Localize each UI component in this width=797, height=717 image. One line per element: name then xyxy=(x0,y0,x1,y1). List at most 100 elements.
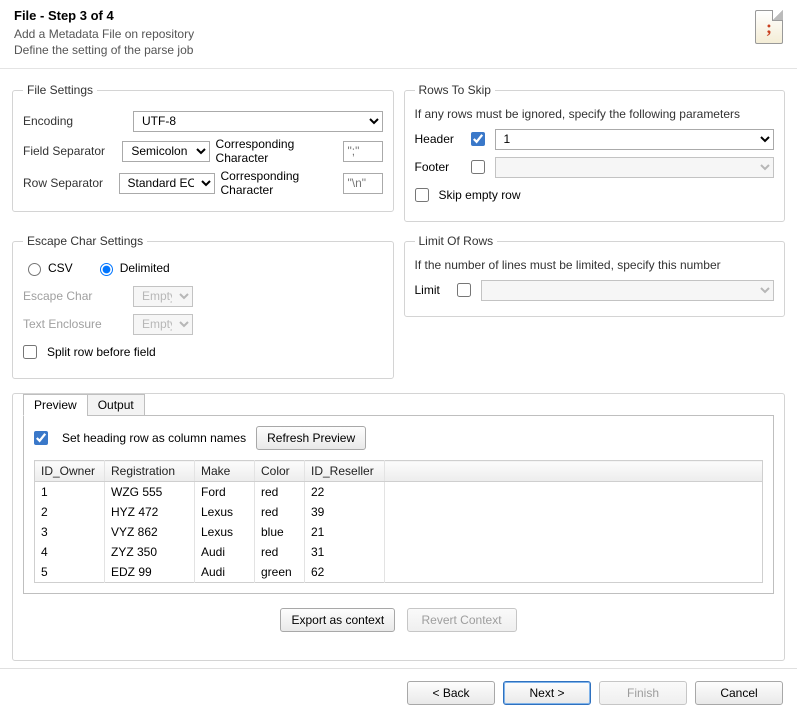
revert-context-button[interactable]: Revert Context xyxy=(407,608,517,632)
rows-to-skip-group: Rows To Skip If any rows must be ignored… xyxy=(404,83,786,222)
table-cell-filler xyxy=(385,502,763,522)
row-separator-corresp-label: Corresponding Character xyxy=(221,169,337,197)
table-cell: 4 xyxy=(35,542,105,562)
column-header[interactable]: Color xyxy=(255,461,305,482)
wizard-file-icon: ; xyxy=(755,10,783,44)
heading-row-label: Set heading row as column names xyxy=(62,431,246,445)
wizard-title: File - Step 3 of 4 xyxy=(14,8,783,23)
row-separator-label: Row Separator xyxy=(23,176,113,190)
file-settings-legend: File Settings xyxy=(23,83,97,97)
field-separator-select[interactable]: Semicolon xyxy=(122,141,209,162)
table-cell: green xyxy=(255,562,305,583)
skip-empty-label: Skip empty row xyxy=(439,188,521,202)
cancel-button[interactable]: Cancel xyxy=(695,681,783,705)
escape-char-label: Escape Char xyxy=(23,289,127,303)
table-row[interactable]: 4ZYZ 350Audired31 xyxy=(35,542,763,562)
limit-legend: Limit Of Rows xyxy=(415,234,498,248)
footer-value-select[interactable] xyxy=(495,157,775,178)
table-row[interactable]: 3VYZ 862Lexusblue21 xyxy=(35,522,763,542)
refresh-preview-button[interactable]: Refresh Preview xyxy=(256,426,366,450)
finish-button[interactable]: Finish xyxy=(599,681,687,705)
column-header-filler xyxy=(385,461,763,482)
heading-row-checkbox[interactable] xyxy=(34,431,48,445)
row-separator-char xyxy=(343,173,383,194)
table-cell: ZYZ 350 xyxy=(105,542,195,562)
split-row-label: Split row before field xyxy=(47,345,156,359)
delimited-radio[interactable] xyxy=(100,263,113,276)
limit-label: Limit xyxy=(415,283,451,297)
table-cell-filler xyxy=(385,482,763,503)
limit-checkbox[interactable] xyxy=(457,283,471,297)
header-label: Header xyxy=(415,132,465,146)
file-settings-group: File Settings Encoding UTF-8 Field Separ… xyxy=(12,83,394,212)
table-cell: Audi xyxy=(195,562,255,583)
encoding-label: Encoding xyxy=(23,114,127,128)
table-cell: VYZ 862 xyxy=(105,522,195,542)
header-value-select[interactable]: 1 xyxy=(495,129,775,150)
table-cell: 3 xyxy=(35,522,105,542)
table-cell: 1 xyxy=(35,482,105,503)
column-header[interactable]: ID_Owner xyxy=(35,461,105,482)
table-cell: 31 xyxy=(305,542,385,562)
csv-radio-text: CSV xyxy=(48,261,73,275)
limit-value-select[interactable] xyxy=(481,280,775,301)
rows-to-skip-note: If any rows must be ignored, specify the… xyxy=(415,107,775,121)
next-button[interactable]: Next > xyxy=(503,681,591,705)
table-cell: Audi xyxy=(195,542,255,562)
table-cell: Lexus xyxy=(195,502,255,522)
text-enclosure-select[interactable]: Empty xyxy=(133,314,193,335)
table-cell: red xyxy=(255,502,305,522)
table-cell: HYZ 472 xyxy=(105,502,195,522)
csv-radio-label[interactable]: CSV xyxy=(23,260,73,276)
export-context-button[interactable]: Export as context xyxy=(280,608,395,632)
limit-note: If the number of lines must be limited, … xyxy=(415,258,775,272)
row-separator-select[interactable]: Standard EOL xyxy=(119,173,215,194)
table-cell: red xyxy=(255,542,305,562)
skip-empty-checkbox[interactable] xyxy=(415,188,429,202)
delimited-radio-label[interactable]: Delimited xyxy=(95,260,170,276)
escape-settings-group: Escape Char Settings CSV Delimited Escap… xyxy=(12,234,394,379)
rows-to-skip-legend: Rows To Skip xyxy=(415,83,495,97)
table-row[interactable]: 1WZG 555Fordred22 xyxy=(35,482,763,503)
limit-group: Limit Of Rows If the number of lines mus… xyxy=(404,234,786,317)
table-cell-filler xyxy=(385,542,763,562)
csv-radio[interactable] xyxy=(28,263,41,276)
split-row-checkbox[interactable] xyxy=(23,345,37,359)
footer-checkbox[interactable] xyxy=(471,160,485,174)
table-cell: WZG 555 xyxy=(105,482,195,503)
footer-label: Footer xyxy=(415,160,465,174)
table-cell: Ford xyxy=(195,482,255,503)
delimited-radio-text: Delimited xyxy=(120,261,170,275)
column-header[interactable]: Registration xyxy=(105,461,195,482)
table-row[interactable]: 2HYZ 472Lexusred39 xyxy=(35,502,763,522)
table-cell: Lexus xyxy=(195,522,255,542)
table-cell: 39 xyxy=(305,502,385,522)
preview-table: ID_OwnerRegistrationMakeColorID_Reseller… xyxy=(34,460,763,583)
text-enclosure-label: Text Enclosure xyxy=(23,317,127,331)
table-cell: 2 xyxy=(35,502,105,522)
table-cell: red xyxy=(255,482,305,503)
field-separator-label: Field Separator xyxy=(23,144,116,158)
column-header[interactable]: ID_Reseller xyxy=(305,461,385,482)
back-button[interactable]: < Back xyxy=(407,681,495,705)
table-cell: 21 xyxy=(305,522,385,542)
tab-output[interactable]: Output xyxy=(87,394,145,416)
table-cell-filler xyxy=(385,562,763,583)
column-header[interactable]: Make xyxy=(195,461,255,482)
table-cell: 22 xyxy=(305,482,385,503)
table-cell: 62 xyxy=(305,562,385,583)
encoding-select[interactable]: UTF-8 xyxy=(133,111,383,132)
table-row[interactable]: 5EDZ 99Audigreen62 xyxy=(35,562,763,583)
tab-preview[interactable]: Preview xyxy=(23,394,88,416)
escape-settings-legend: Escape Char Settings xyxy=(23,234,147,248)
table-cell: 5 xyxy=(35,562,105,583)
wizard-subtitle-1: Add a Metadata File on repository xyxy=(14,27,783,43)
field-separator-corresp-label: Corresponding Character xyxy=(216,137,337,165)
header-checkbox[interactable] xyxy=(471,132,485,146)
table-cell: EDZ 99 xyxy=(105,562,195,583)
table-cell: blue xyxy=(255,522,305,542)
escape-char-select[interactable]: Empty xyxy=(133,286,193,307)
wizard-subtitle-2: Define the setting of the parse job xyxy=(14,43,783,59)
field-separator-char xyxy=(343,141,383,162)
table-cell-filler xyxy=(385,522,763,542)
